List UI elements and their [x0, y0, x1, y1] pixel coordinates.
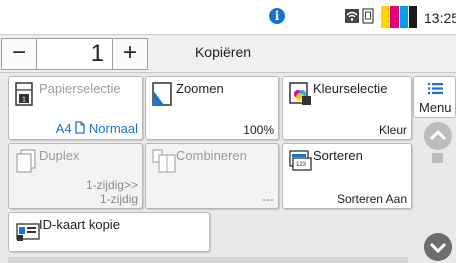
id-card-copy-tile[interactable]: ID-kaart kopie	[8, 212, 210, 252]
sort-icon: 123	[289, 150, 312, 171]
combine-value: ---	[262, 192, 274, 206]
sim-icon	[362, 8, 374, 24]
menu-icon	[428, 83, 443, 94]
paper-tray-icon: 1	[15, 82, 33, 106]
combine-tile[interactable]: Combineren ---	[145, 143, 279, 209]
scrollbar-thumb[interactable]	[432, 153, 443, 163]
zoom-value: 100%	[243, 123, 274, 137]
id-card-icon	[16, 223, 40, 241]
paper-selection-value: A4 Normaal	[56, 121, 138, 136]
clock: 13:25	[424, 10, 456, 26]
decrease-quantity-button[interactable]: −	[1, 38, 37, 70]
duplex-value: 1-zijdig>> 1-zijdig	[86, 178, 138, 206]
paper-portrait-icon	[75, 121, 85, 134]
duplex-value-line2: 1-zijdig	[99, 192, 138, 206]
paper-selection-tile[interactable]: 1 Papierselectie A4 Normaal	[8, 76, 143, 140]
color-selection-label: Kleurselectie	[313, 81, 388, 96]
duplex-value-line1: 1-zijdig>>	[85, 178, 138, 192]
duplex-icon	[16, 149, 36, 173]
color-selection-value: Kleur	[378, 123, 407, 137]
page-title: Kopiëren	[194, 44, 252, 60]
paper-selection-label: Papierselectie	[39, 81, 121, 96]
svg-text:1: 1	[22, 97, 26, 104]
svg-text:123: 123	[296, 162, 307, 168]
toner-black	[408, 6, 417, 28]
quantity-field[interactable]: 1	[37, 38, 112, 70]
duplex-tile[interactable]: Duplex 1-zijdig>> 1-zijdig	[8, 143, 143, 209]
increase-quantity-button[interactable]: +	[112, 38, 148, 70]
color-selection-tile[interactable]: Kleurselectie Kleur	[282, 76, 412, 140]
scroll-up-button[interactable]	[424, 122, 452, 150]
zoom-icon	[152, 82, 172, 106]
paper-type-text: Normaal	[88, 121, 138, 136]
partially-visible-tile	[8, 257, 408, 263]
toner-cyan	[399, 6, 408, 28]
menu-label: Menu	[419, 100, 452, 115]
color-selection-icon	[289, 82, 311, 105]
info-icon[interactable]: i	[269, 8, 285, 24]
paper-size-text: A4	[55, 121, 72, 136]
sort-value: Sorteren Aan	[336, 192, 407, 206]
combine-icon	[152, 149, 176, 173]
zoom-tile[interactable]: Zoomen 100%	[145, 76, 279, 140]
toner-yellow	[381, 6, 390, 28]
toner-level-icon	[381, 6, 417, 28]
zoom-label: Zoomen	[176, 81, 224, 96]
copy-quantity-bar: − 1 + Kopiëren	[0, 36, 456, 73]
menu-button[interactable]: Menu	[413, 76, 456, 118]
status-bar: i 13:25	[0, 0, 456, 35]
combine-label: Combineren	[176, 148, 247, 163]
sort-tile[interactable]: 123 Sorteren Sorteren Aan	[282, 143, 412, 209]
id-card-copy-label: ID-kaart kopie	[39, 217, 120, 232]
sort-label: Sorteren	[313, 148, 363, 163]
wifi-icon	[345, 9, 359, 23]
scroll-down-button[interactable]	[424, 233, 452, 261]
duplex-label: Duplex	[39, 148, 80, 163]
toner-magenta	[390, 6, 399, 28]
